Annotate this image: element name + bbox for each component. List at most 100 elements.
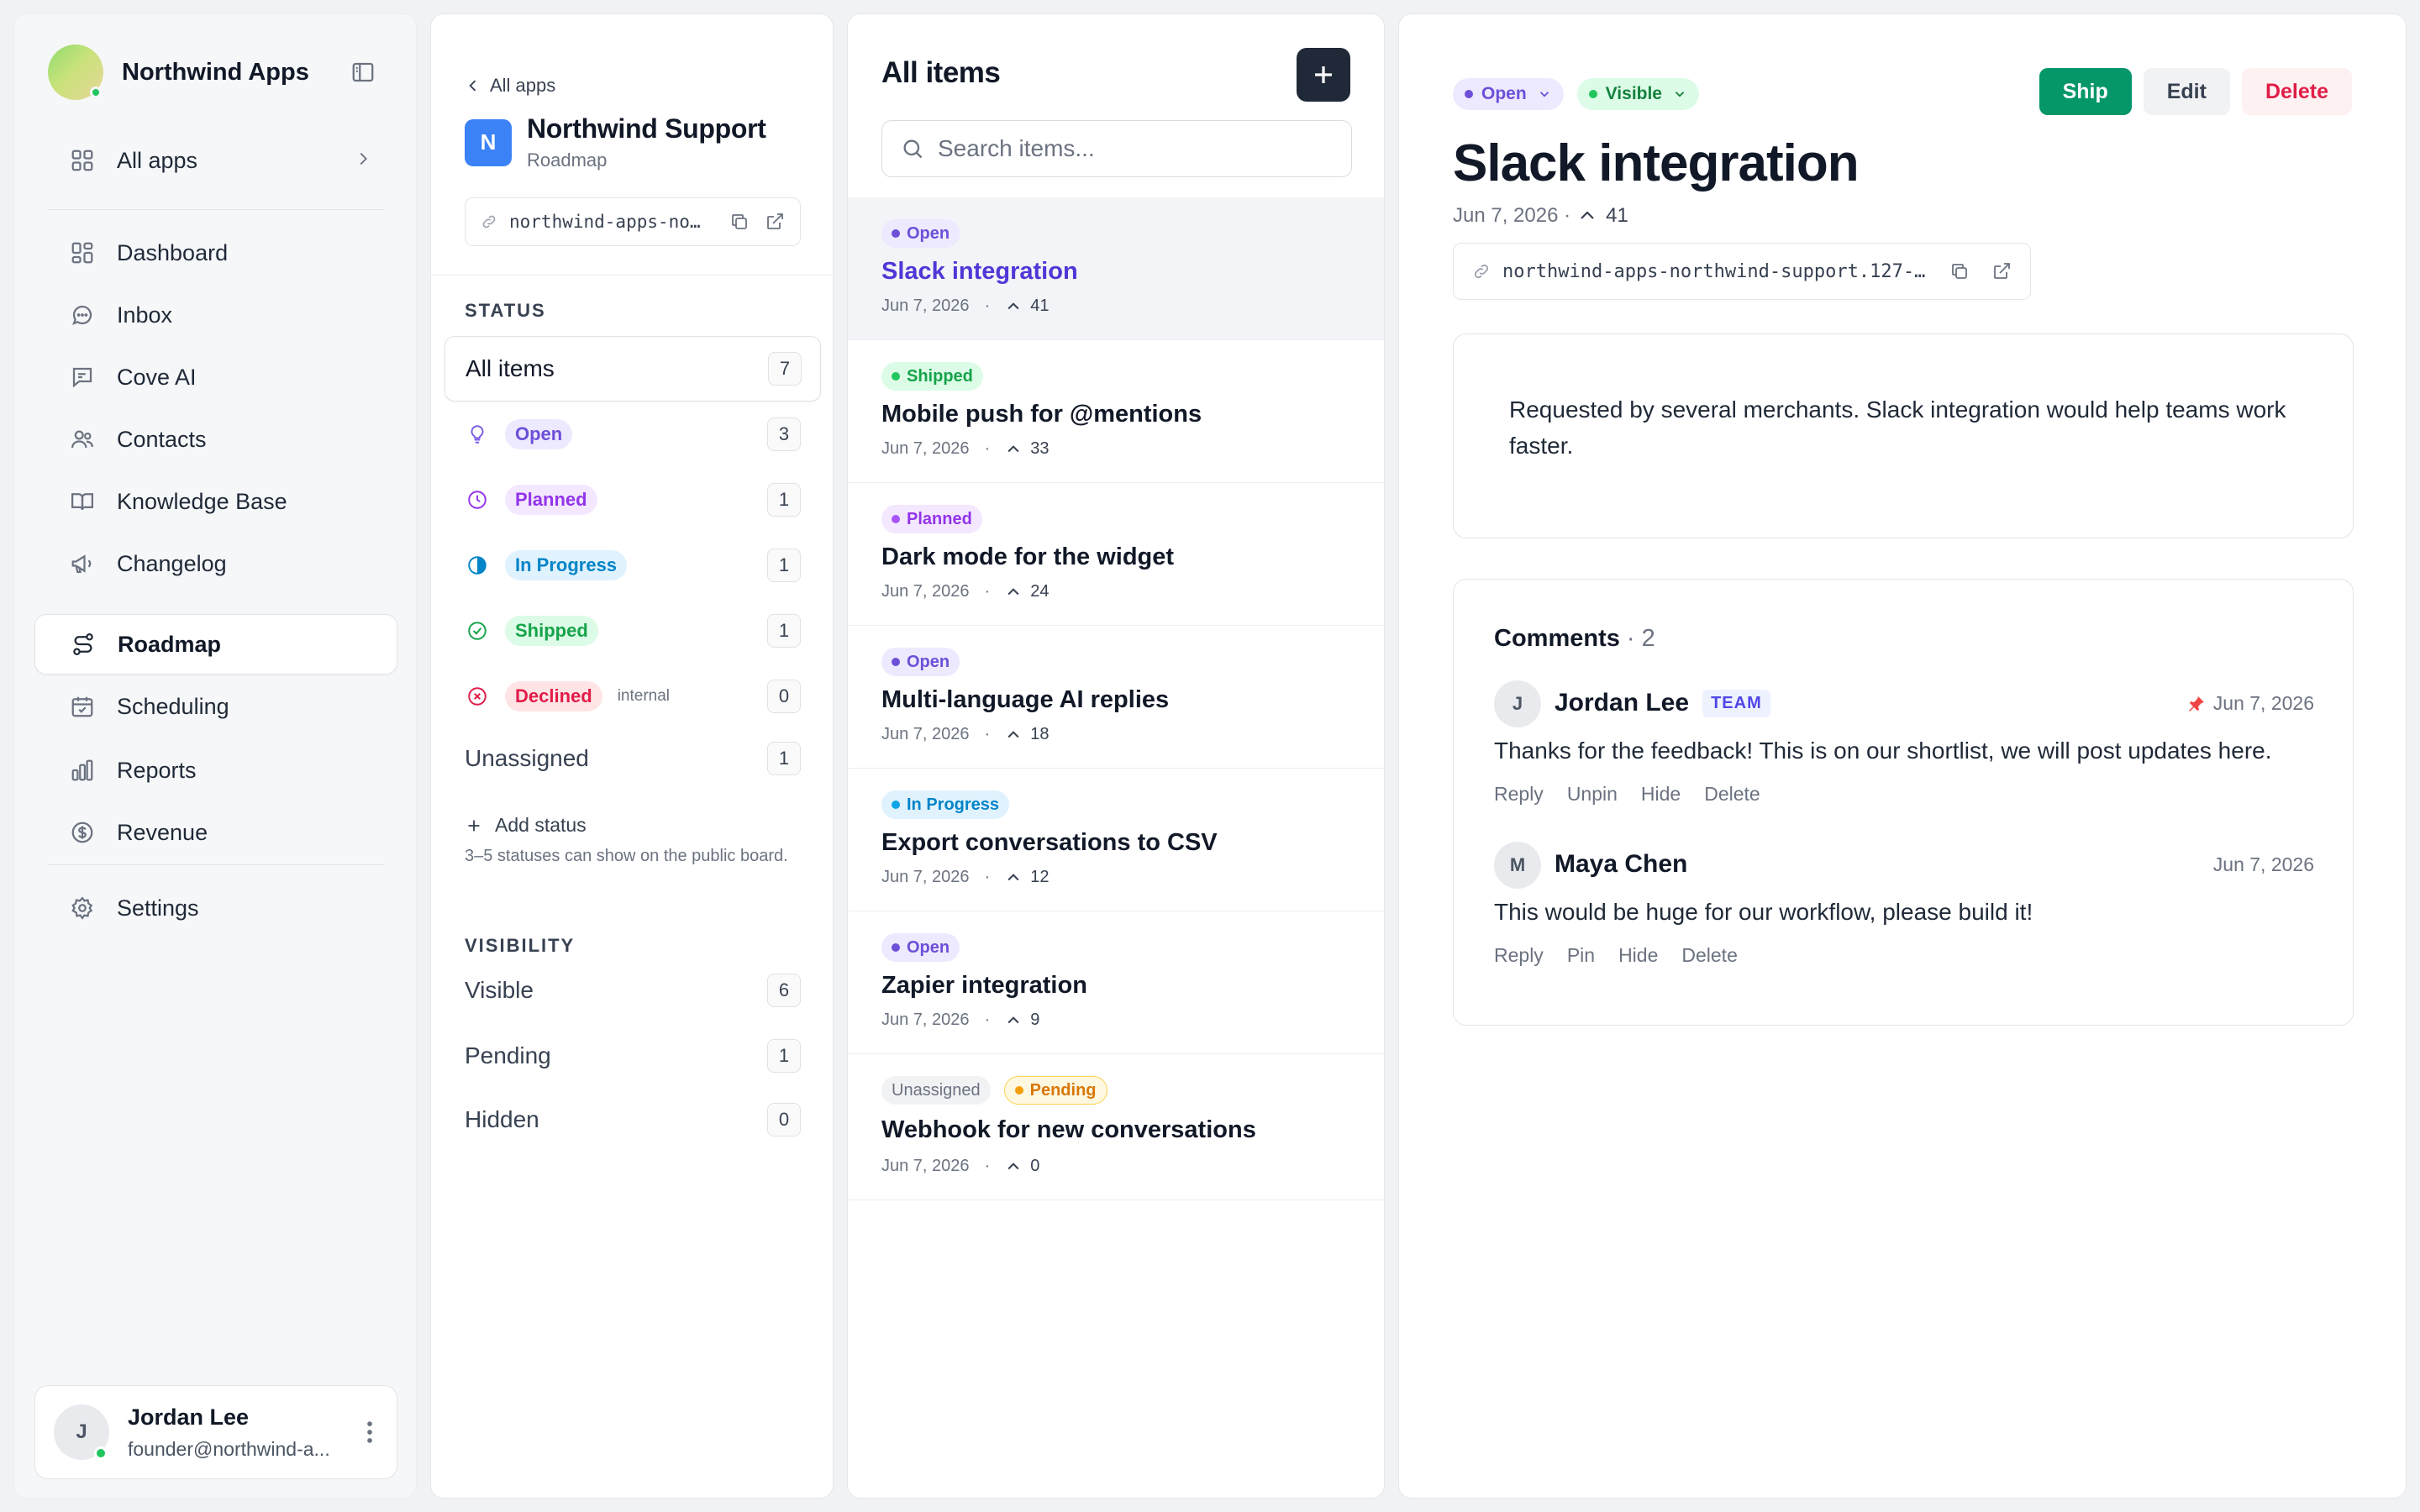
- item-date: Jun 7, 2026 ·: [1453, 204, 1571, 227]
- sidebar-item-roadmap[interactable]: Roadmap: [34, 614, 397, 675]
- vote-count: 18: [1030, 725, 1050, 743]
- reply-button[interactable]: Reply: [1494, 783, 1544, 806]
- sidebar-item-settings[interactable]: Settings: [34, 878, 397, 938]
- filter-status-in-progress[interactable]: In Progress 1: [465, 538, 801, 592]
- grid-icon: [68, 146, 97, 175]
- list-item[interactable]: Planned Dark mode for the widget Jun 7, …: [848, 483, 1384, 626]
- filter-status-shipped[interactable]: Shipped 1: [465, 604, 801, 658]
- count-badge: 0: [767, 680, 801, 713]
- bar-chart-icon: [68, 756, 97, 785]
- vote-count: 9: [1030, 1011, 1040, 1029]
- item-title: Dark mode for the widget: [881, 543, 1175, 570]
- list-item[interactable]: Unassigned Pending Webhook for new conve…: [848, 1054, 1384, 1200]
- sidebar-item-changelog[interactable]: Changelog: [34, 533, 397, 594]
- status-dropdown-label: Open: [1481, 84, 1527, 103]
- external-link-icon[interactable]: [1991, 261, 2012, 281]
- brand[interactable]: Northwind Apps: [48, 45, 309, 100]
- item-title: Mobile push for @mentions: [881, 401, 1202, 428]
- reply-button[interactable]: Reply: [1494, 944, 1544, 967]
- nav-label: Reports: [117, 757, 197, 783]
- list-item[interactable]: Shipped Mobile push for @mentions Jun 7,…: [848, 340, 1384, 483]
- hide-button[interactable]: Hide: [1618, 944, 1658, 967]
- ship-button[interactable]: Ship: [2039, 68, 2132, 115]
- divider: [431, 275, 834, 276]
- sidebar-item-scheduling[interactable]: Scheduling: [34, 676, 397, 737]
- sidebar-item-cove-ai[interactable]: Cove AI: [34, 347, 397, 407]
- vote-count: 41: [1606, 204, 1628, 227]
- book-icon: [68, 487, 97, 516]
- filter-status-planned[interactable]: Planned 1: [465, 473, 801, 527]
- vote-count: 12: [1030, 868, 1050, 886]
- unpin-button[interactable]: Unpin: [1567, 783, 1618, 806]
- item-title: Webhook for new conversations: [881, 1116, 1256, 1143]
- comment-date: Jun 7, 2026: [2212, 853, 2314, 875]
- upvote-icon[interactable]: [1577, 206, 1597, 226]
- user-email: founder@northwind-a...: [128, 1438, 330, 1460]
- filter-status-declined[interactable]: Declined internal 0: [465, 669, 801, 723]
- dollar-icon: [68, 818, 97, 847]
- sidebar-item-inbox[interactable]: Inbox: [34, 285, 397, 345]
- item-date: Jun 7, 2026: [881, 868, 970, 886]
- status-dropdown[interactable]: Open: [1453, 78, 1564, 110]
- search-input[interactable]: [938, 135, 1341, 162]
- sidebar-item-revenue[interactable]: Revenue: [34, 802, 397, 863]
- sidebar-item-knowledge-base[interactable]: Knowledge Base: [34, 471, 397, 532]
- roadmap-filter-panel: All apps N Northwind Support Roadmap nor…: [430, 13, 834, 1499]
- list-item[interactable]: Open Slack integration Jun 7, 2026 · 41: [848, 197, 1384, 340]
- brand-name: Northwind Apps: [122, 58, 309, 86]
- filter-all-items[interactable]: All items 7: [445, 336, 821, 402]
- external-link-icon[interactable]: [765, 212, 785, 232]
- filter-hidden[interactable]: Hidden 0: [465, 1093, 801, 1147]
- vote-count: 41: [1030, 297, 1050, 315]
- add-item-button[interactable]: [1297, 48, 1350, 102]
- list-item[interactable]: Open Multi-language AI replies Jun 7, 20…: [848, 626, 1384, 769]
- list-item[interactable]: Open Zapier integration Jun 7, 2026 · 9: [848, 911, 1384, 1054]
- pin-button[interactable]: Pin: [1567, 944, 1595, 967]
- sidebar-item-dashboard[interactable]: Dashboard: [34, 223, 397, 283]
- nav-label: Settings: [117, 895, 199, 921]
- sidebar-item-contacts[interactable]: Contacts: [34, 409, 397, 470]
- visibility-dropdown[interactable]: Visible: [1576, 78, 1699, 110]
- add-status-button[interactable]: Add status: [465, 814, 587, 837]
- count-badge: 0: [767, 1103, 801, 1137]
- clock-icon: [465, 489, 490, 511]
- item-title: Zapier integration: [881, 972, 1087, 999]
- filter-unassigned[interactable]: Unassigned 1: [465, 732, 801, 785]
- filter-visible[interactable]: Visible 6: [465, 963, 801, 1017]
- sidebar-toggle-icon[interactable]: [350, 60, 376, 85]
- filter-status-open[interactable]: Open 3: [465, 407, 801, 461]
- copy-icon[interactable]: [729, 212, 750, 232]
- back-label: All apps: [490, 75, 556, 96]
- status-tag: Open: [881, 933, 960, 962]
- status-tag: Shipped: [881, 362, 983, 391]
- user-card[interactable]: J Jordan Lee founder@northwind-a...: [34, 1385, 397, 1479]
- nav-all-apps[interactable]: All apps: [34, 130, 397, 191]
- gear-icon: [68, 894, 97, 922]
- app-avatar: N: [465, 118, 512, 166]
- sidebar: Northwind Apps All apps Dashboard Inbox …: [13, 13, 417, 1499]
- upvote-icon: [1007, 873, 1019, 880]
- count-badge: 3: [767, 417, 801, 451]
- status-pill: In Progress: [505, 550, 628, 580]
- route-icon: [69, 630, 97, 659]
- comments-count: · 2: [1626, 625, 1655, 652]
- copy-icon[interactable]: [1949, 261, 1970, 281]
- delete-comment-button[interactable]: Delete: [1704, 783, 1760, 806]
- hide-button[interactable]: Hide: [1641, 783, 1681, 806]
- more-vertical-icon[interactable]: [361, 1418, 378, 1451]
- sidebar-item-reports[interactable]: Reports: [34, 740, 397, 801]
- back-to-all-apps-link[interactable]: All apps: [465, 75, 555, 97]
- comments-label: Comments: [1494, 625, 1620, 652]
- upvote-icon: [1007, 587, 1019, 595]
- delete-comment-button[interactable]: Delete: [1681, 944, 1737, 967]
- search-box[interactable]: [881, 120, 1352, 177]
- filter-pending[interactable]: Pending 1: [465, 1029, 801, 1083]
- edit-button[interactable]: Edit: [2143, 68, 2230, 115]
- filter-label: Pending: [465, 1042, 551, 1068]
- delete-button[interactable]: Delete: [2241, 68, 2352, 115]
- list-item[interactable]: In Progress Export conversations to CSV …: [848, 769, 1384, 911]
- status-pill: Planned: [505, 485, 597, 515]
- item-url: northwind-apps-northwind-support.127-...: [1502, 260, 1929, 282]
- nav-label: Contacts: [117, 426, 207, 452]
- nav-label: Scheduling: [117, 693, 229, 719]
